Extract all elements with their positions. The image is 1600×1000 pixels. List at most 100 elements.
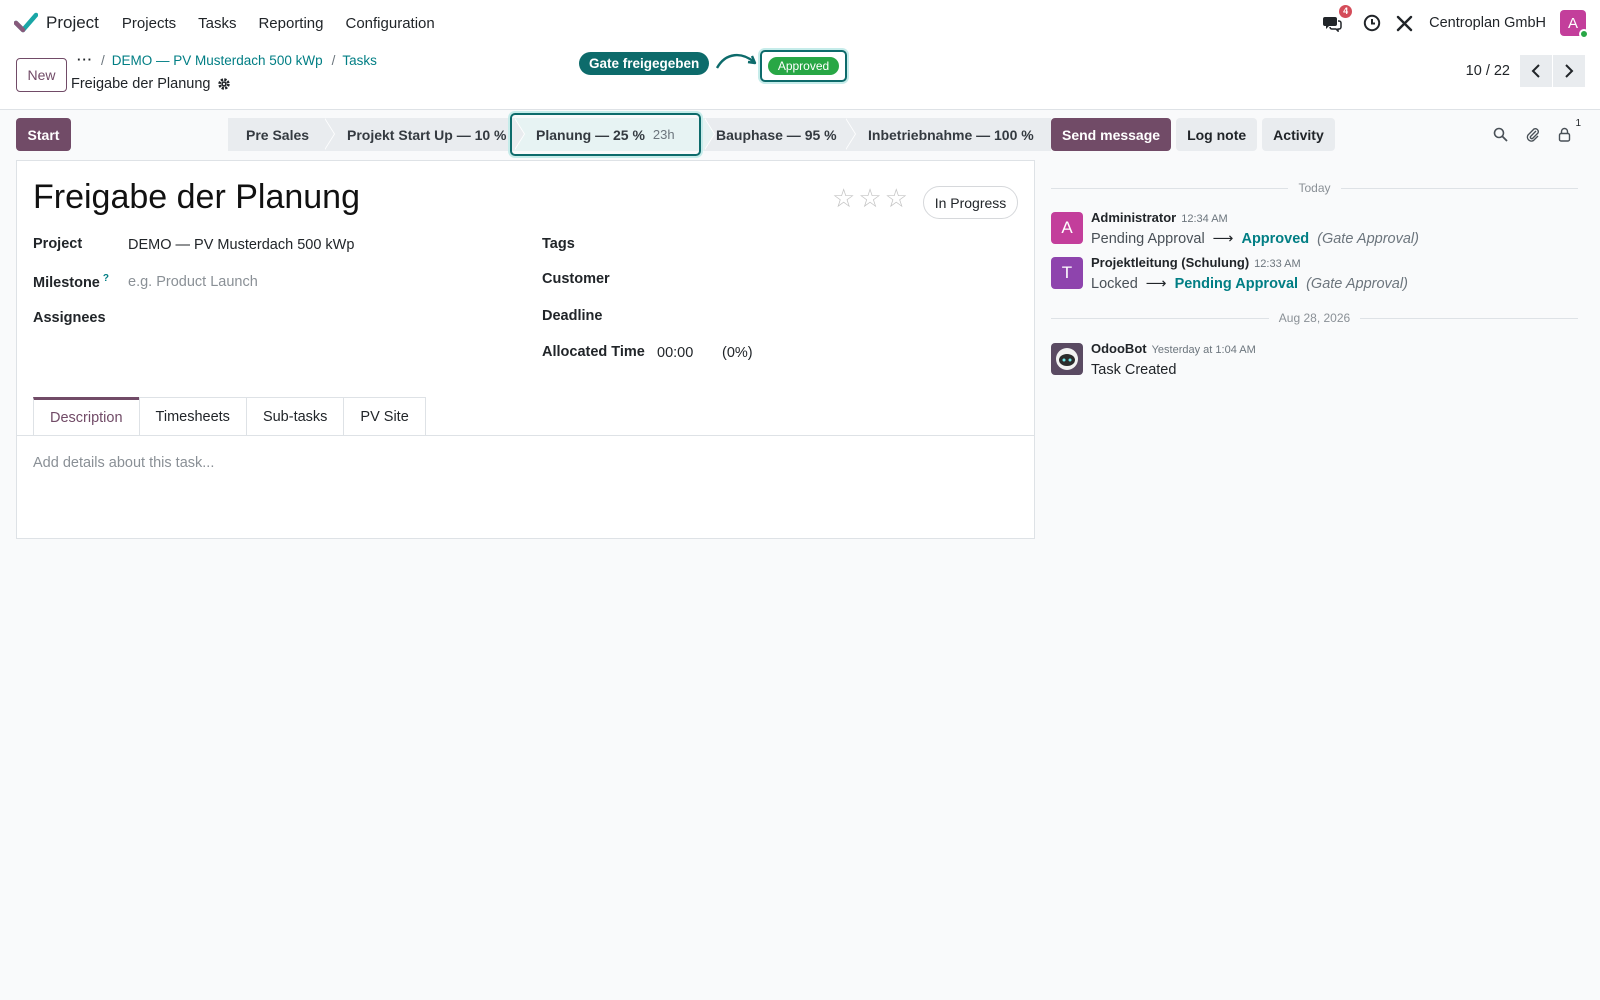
start-timer-button[interactable]: Start <box>16 118 71 151</box>
stage-planung[interactable]: Planung — 25 % 23h <box>514 118 715 151</box>
allocated-time-label: Allocated Time <box>542 344 645 360</box>
separator-line <box>1360 317 1578 319</box>
priority-stars: ☆ ☆ ☆ <box>832 185 911 211</box>
message-body: Task Created <box>1091 362 1176 378</box>
project-field[interactable]: DEMO — PV Musterdach 500 kWp <box>128 237 354 253</box>
tab-sub-tasks[interactable]: Sub-tasks <box>245 397 345 436</box>
gear-icon[interactable] <box>217 77 231 91</box>
message-text: Task Created <box>1091 362 1177 378</box>
chevron-right-icon <box>1565 64 1574 78</box>
star-icon[interactable]: ☆ <box>858 185 881 211</box>
breadcrumb-separator: / <box>101 53 105 68</box>
navbar-systray: 4 Centroplan GmbH A <box>1311 0 1589 46</box>
author-avatar[interactable]: T <box>1051 257 1083 289</box>
messaging-button[interactable]: 4 <box>1321 5 1353 34</box>
message-author[interactable]: Projektleitung (Schulung) <box>1091 255 1249 270</box>
date-label: Aug 28, 2026 <box>1278 311 1351 325</box>
menu-reporting[interactable]: Reporting <box>258 15 323 32</box>
chat-bubbles-icon <box>1322 16 1342 32</box>
robot-icon <box>1056 348 1078 370</box>
milestone-label: Milestone? <box>33 273 109 291</box>
tools-icon <box>1396 15 1412 31</box>
message-time: 12:33 AM <box>1254 258 1301 270</box>
chatter-tools: 1 <box>1478 118 1581 144</box>
assignees-label: Assignees <box>33 310 106 326</box>
pager-value[interactable]: 10 / 22 <box>1466 63 1510 79</box>
star-icon[interactable]: ☆ <box>832 185 855 211</box>
task-title-input[interactable]: Freigabe der Planung <box>33 178 360 217</box>
task-form-sheet: Freigabe der Planung ☆ ☆ ☆ In Progress P… <box>16 160 1035 539</box>
stage-statusbar: Pre Sales Projekt Start Up — 10 % Planun… <box>228 118 1051 151</box>
odoobot-avatar[interactable] <box>1051 343 1083 375</box>
tab-description[interactable]: Description <box>33 397 140 436</box>
menu-projects[interactable]: Projects <box>122 15 176 32</box>
tab-timesheets[interactable]: Timesheets <box>138 397 247 436</box>
pager: 10 / 22 <box>1466 55 1585 87</box>
activity-button[interactable]: Activity <box>1262 118 1335 151</box>
tab-pv-site[interactable]: PV Site <box>343 397 426 436</box>
stage-bauphase[interactable]: Bauphase — 95 % <box>704 118 856 151</box>
search-messages-button[interactable] <box>1490 124 1510 144</box>
tracking-value: Locked ⟶ Pending Approval (Gate Approval… <box>1091 276 1408 292</box>
pager-previous-button[interactable] <box>1520 55 1552 87</box>
allocated-time-field[interactable]: 00:00 <box>657 345 693 361</box>
date-separator: Aug 28, 2026 <box>1051 311 1578 325</box>
description-editor[interactable]: Add details about this task... <box>33 455 214 471</box>
star-icon[interactable]: ☆ <box>885 185 908 211</box>
log-note-button[interactable]: Log note <box>1176 118 1258 151</box>
record-title: Freigabe der Planung <box>71 76 231 92</box>
message-author[interactable]: Administrator <box>1091 210 1176 225</box>
breadcrumb-tasks[interactable]: Tasks <box>342 53 377 68</box>
control-panel: New ··· / DEMO — PV Musterdach 500 kWp /… <box>0 46 1600 110</box>
gate-approval-field[interactable]: Approved <box>760 50 847 82</box>
new-value: Approved <box>1241 231 1310 247</box>
follower-count: 1 <box>1575 118 1581 129</box>
message-header: Administrator 12:34 AM <box>1091 210 1228 225</box>
help-icon[interactable]: ? <box>103 273 109 284</box>
tags-label: Tags <box>542 236 575 252</box>
milestone-field[interactable]: e.g. Product Launch <box>128 274 258 290</box>
menu-configuration[interactable]: Configuration <box>346 15 435 32</box>
message-time: 12:34 AM <box>1181 213 1228 225</box>
message-time: Yesterday at 1:04 AM <box>1151 344 1256 356</box>
new-button[interactable]: New <box>16 58 67 92</box>
message-header: Projektleitung (Schulung) 12:33 AM <box>1091 255 1301 270</box>
debug-tools-button[interactable] <box>1393 12 1415 34</box>
date-label: Today <box>1298 181 1331 195</box>
chevron-divider <box>704 118 714 150</box>
arrow-right-icon: ⟶ <box>1145 276 1167 292</box>
more-actions-button[interactable]: ··· <box>77 52 93 67</box>
lock-icon <box>1558 127 1570 142</box>
author-avatar[interactable]: A <box>1051 212 1083 244</box>
menu-tasks[interactable]: Tasks <box>198 15 236 32</box>
company-switcher[interactable]: Centroplan GmbH <box>1429 15 1546 31</box>
breadcrumb-separator: / <box>331 53 336 68</box>
chatter-topbar: Send message Log note Activity <box>1051 118 1340 151</box>
approved-badge: Approved <box>767 57 840 75</box>
tracked-field-name: (Gate Approval) <box>1317 231 1419 247</box>
stage-inbetriebnahme[interactable]: Inbetriebnahme — 100 % <box>845 118 1051 151</box>
gate-callout: Gate freigegeben <box>579 52 710 75</box>
tabs-divider <box>17 435 1034 436</box>
task-state-button[interactable]: In Progress <box>923 186 1018 219</box>
record-title-text: Freigabe der Planung <box>71 76 211 92</box>
message-author[interactable]: OdooBot <box>1091 341 1147 356</box>
stage-projekt-start-up[interactable]: Projekt Start Up — 10 % <box>324 118 525 151</box>
stage-label: Planung — 25 % <box>536 126 645 143</box>
top-navbar: Project Projects Tasks Reporting Configu… <box>0 0 1600 46</box>
arrow-right-icon: ⟶ <box>1212 231 1234 247</box>
message-header: OdooBot Yesterday at 1:04 AM <box>1091 341 1256 356</box>
deadline-label: Deadline <box>542 308 603 324</box>
customer-label: Customer <box>542 271 610 287</box>
send-message-button[interactable]: Send message <box>1051 118 1172 151</box>
pager-next-button[interactable] <box>1553 55 1585 87</box>
followers-button[interactable]: 1 <box>1554 118 1581 144</box>
user-avatar[interactable]: A <box>1560 10 1589 39</box>
breadcrumb-project[interactable]: DEMO — PV Musterdach 500 kWp <box>112 53 323 68</box>
app-brand[interactable]: Project <box>14 12 99 34</box>
breadcrumb: / DEMO — PV Musterdach 500 kWp / Tasks <box>101 53 386 68</box>
activity-button[interactable] <box>1361 12 1383 34</box>
attachments-button[interactable] <box>1522 124 1542 144</box>
stage-pre-sales[interactable]: Pre Sales <box>228 118 335 151</box>
form-tabs: Description Timesheets Sub-tasks PV Site <box>33 397 426 436</box>
